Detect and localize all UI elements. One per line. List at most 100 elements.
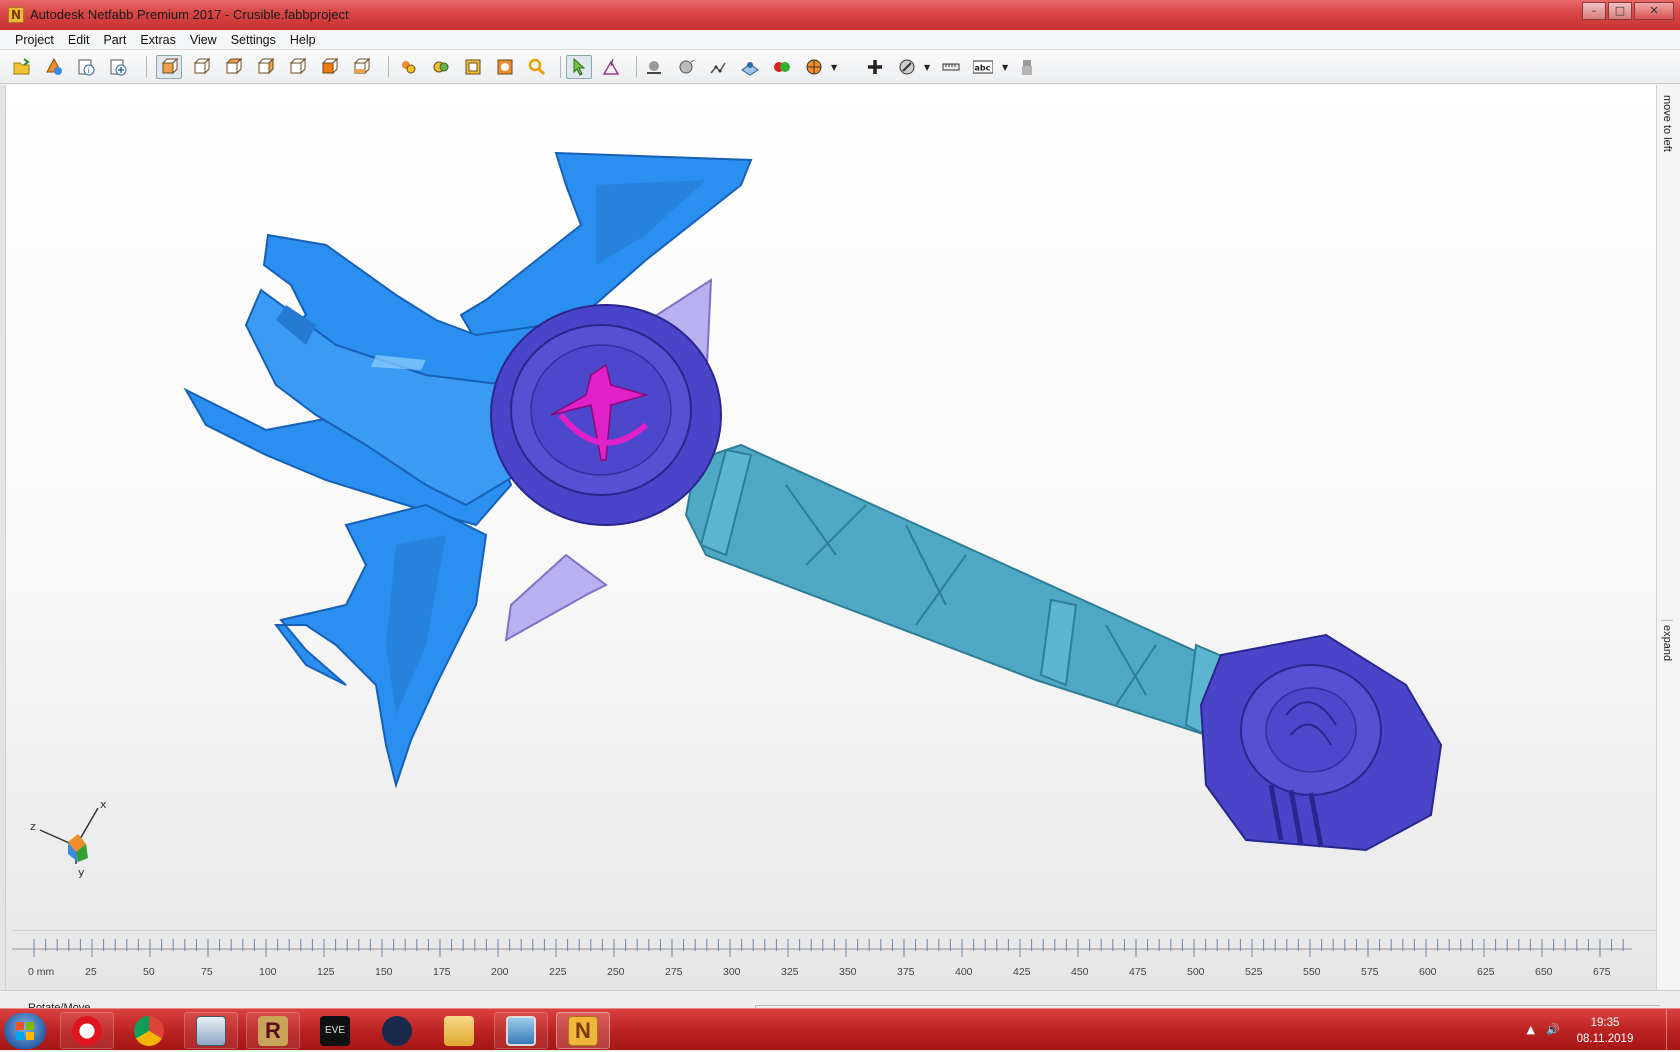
clock[interactable]: 19:35 08.11.2019 <box>1570 1015 1640 1047</box>
points-icon[interactable] <box>705 55 731 79</box>
ruler-tick-label: 475 <box>1129 966 1147 978</box>
view-bottom-icon[interactable] <box>348 55 374 79</box>
add-icon[interactable] <box>862 55 888 79</box>
label-dropdown-icon[interactable]: ▼ <box>1002 63 1008 72</box>
ruler-tick-label: 125 <box>317 966 335 978</box>
minimize-button[interactable]: – <box>1582 2 1606 20</box>
shade-icon[interactable] <box>641 55 667 79</box>
ruler-tick-label: 50 <box>143 966 155 978</box>
window-title: Autodesk Netfabb Premium 2017 - Crusible… <box>30 7 349 22</box>
ruler-tick-label: 100 <box>259 966 277 978</box>
menu-edit[interactable]: Edit <box>61 31 97 49</box>
ruler-tick-label: 425 <box>1013 966 1031 978</box>
clock-date: 08.11.2019 <box>1576 1033 1634 1045</box>
netfabb-app-icon[interactable]: N <box>8 7 24 23</box>
magnifier-icon[interactable] <box>524 55 550 79</box>
photo-viewer-icon[interactable] <box>494 1012 548 1049</box>
ruler-tick-label: 650 <box>1535 966 1553 978</box>
volume-icon[interactable]: 🔊 <box>1546 1023 1560 1036</box>
ruler-tick-label: 575 <box>1361 966 1379 978</box>
support-icon[interactable] <box>1014 55 1040 79</box>
netfabb-icon[interactable]: N <box>556 1012 610 1049</box>
zoom-platform-icon[interactable] <box>460 55 486 79</box>
zoom-all-icon[interactable] <box>396 55 422 79</box>
ruler-tick-label: 325 <box>781 966 799 978</box>
ruler-tick-label: 75 <box>201 966 213 978</box>
view-back-icon[interactable] <box>220 55 246 79</box>
cutting-icon[interactable] <box>894 55 920 79</box>
pommel-part[interactable] <box>1199 633 1443 852</box>
handle-part[interactable] <box>684 443 1233 742</box>
netfabb-window: N Autodesk Netfabb Premium 2017 - Crusib… <box>0 0 1680 1014</box>
atom-app-icon[interactable] <box>370 1012 424 1049</box>
ruler-icon[interactable] <box>938 55 964 79</box>
ruler-tick-label: 350 <box>839 966 857 978</box>
view-left-icon[interactable] <box>252 55 278 79</box>
windows-taskbar: R EVE N ▲ 🔊 19:35 08.11.2019 <box>0 1008 1680 1051</box>
menu-settings[interactable]: Settings <box>224 31 283 49</box>
move-to-left-tab[interactable]: move to left <box>1661 95 1673 152</box>
ruler-tick-label: 200 <box>491 966 509 978</box>
close-button[interactable]: ✕ <box>1634 2 1674 20</box>
part-info-icon[interactable]: i <box>73 55 99 79</box>
view-top-icon[interactable] <box>316 55 342 79</box>
x-axis-label: x <box>100 800 107 811</box>
calculator-icon[interactable] <box>184 1012 238 1049</box>
ruler-tick-label: 25 <box>85 966 97 978</box>
zoom-selection-icon[interactable] <box>428 55 454 79</box>
ruler-tick-label: 550 <box>1303 966 1321 978</box>
eve-icon[interactable]: EVE <box>308 1012 362 1049</box>
menu-part[interactable]: Part <box>96 31 133 49</box>
ruler-tick-label: 300 <box>723 966 741 978</box>
ruler-tick-label: 375 <box>897 966 915 978</box>
main-toolbar: i ▼ ▼ abc ▼ <box>0 50 1680 84</box>
select-cursor-icon[interactable] <box>566 55 592 79</box>
ruler-tick-label: 400 <box>955 966 973 978</box>
view-front-icon[interactable] <box>188 55 214 79</box>
ruler-tick-label: 225 <box>549 966 567 978</box>
tray-expand-icon[interactable]: ▲ <box>1527 1023 1535 1036</box>
expand-tab[interactable]: expand <box>1661 620 1673 661</box>
view-right-icon[interactable] <box>284 55 310 79</box>
menu-view[interactable]: View <box>183 31 224 49</box>
zoom-window-icon[interactable] <box>492 55 518 79</box>
add-part-icon[interactable] <box>41 55 67 79</box>
title-bar[interactable]: N Autodesk Netfabb Premium 2017 - Crusib… <box>0 0 1680 30</box>
axis-indicator: x z y <box>30 800 107 879</box>
show-desktop-button[interactable] <box>1666 1009 1680 1051</box>
chrome-icon[interactable] <box>122 1012 176 1049</box>
ruler-tick-label: 150 <box>375 966 393 978</box>
ruler-tick-label: 250 <box>607 966 625 978</box>
3d-viewport[interactable]: x z y <box>6 85 1656 990</box>
ruler-scale: 0 mm 25 50 75 100 125 150 175 200 225 250 275 300 32… <box>12 939 1632 978</box>
platform-icon[interactable] <box>737 55 763 79</box>
select-triangle-icon[interactable] <box>598 55 624 79</box>
view-default-icon[interactable] <box>156 55 182 79</box>
menu-bar: Project Edit Part Extras View Settings Help <box>0 30 1680 50</box>
file-explorer-icon[interactable] <box>432 1012 486 1049</box>
ruler-tick-label: 625 <box>1477 966 1495 978</box>
open-project-icon[interactable] <box>9 55 35 79</box>
maximize-button[interactable]: □ <box>1608 2 1632 20</box>
section-dropdown-icon[interactable]: ▼ <box>831 63 837 72</box>
color-mode-icon[interactable] <box>769 55 795 79</box>
cutting-dropdown-icon[interactable]: ▼ <box>924 63 930 72</box>
ruler-tick-label: 525 <box>1245 966 1263 978</box>
smooth-icon[interactable] <box>673 55 699 79</box>
section-icon[interactable] <box>801 55 827 79</box>
status-bar: Rotate/Move <box>0 990 1680 1014</box>
label-icon[interactable]: abc <box>970 55 996 79</box>
y-axis-label: y <box>78 866 85 879</box>
clock-time: 19:35 <box>1590 1017 1620 1029</box>
reaper-icon[interactable]: R <box>246 1012 300 1049</box>
menu-help[interactable]: Help <box>283 31 323 49</box>
start-button[interactable] <box>4 1013 46 1049</box>
ruler-tick-label: 600 <box>1419 966 1437 978</box>
menu-extras[interactable]: Extras <box>133 31 182 49</box>
opera-icon[interactable] <box>60 1012 114 1049</box>
new-part-icon[interactable] <box>105 55 131 79</box>
svg-text:abc: abc <box>975 64 991 73</box>
menu-project[interactable]: Project <box>8 31 61 49</box>
crusible-model[interactable] <box>6 85 1656 990</box>
hilt-disc-part[interactable] <box>490 304 722 526</box>
